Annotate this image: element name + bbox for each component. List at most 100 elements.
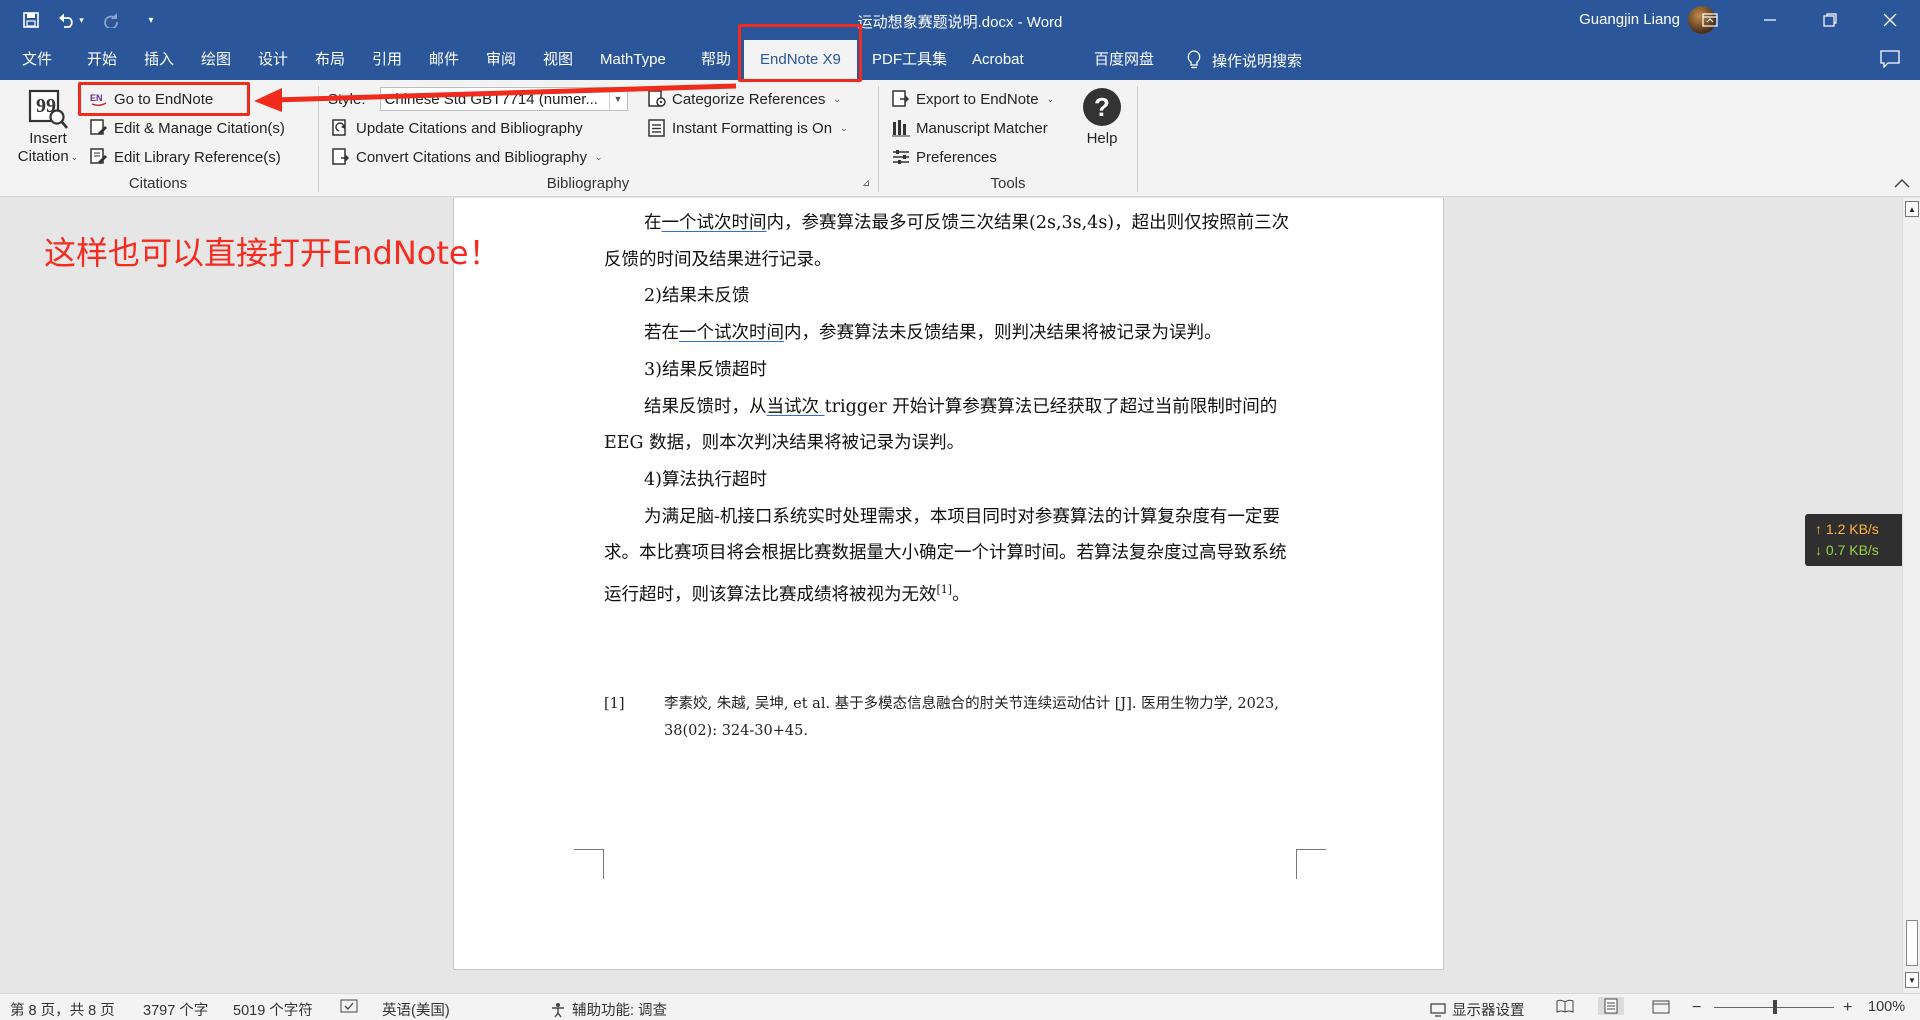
tab-design[interactable]: 设计 <box>258 40 288 80</box>
web-layout-icon[interactable] <box>1652 999 1670 1015</box>
word-count[interactable]: 3797 个字 <box>143 999 208 1020</box>
insert-citation-label-1: Insert <box>29 130 67 147</box>
go-to-endnote-button[interactable]: EN Go to EndNote <box>90 86 213 112</box>
help-button[interactable]: ? Help <box>1080 88 1124 148</box>
ribbon-tabs: 文件 开始 插入 绘图 设计 布局 引用 邮件 审阅 视图 MathType 帮… <box>0 40 1920 82</box>
annotation-text: 这样也可以直接打开EndNote！ <box>44 234 501 272</box>
document-body[interactable]: 在一个试次时间内，参赛算法最多可反馈三次结果(2s,3s,4s)，超出则仅按照前… <box>604 205 1294 614</box>
redo-icon[interactable] <box>98 7 124 33</box>
export-to-endnote-button[interactable]: Export to EndNote ⌄ <box>892 86 1054 112</box>
bibliography-group-label: Bibliography <box>546 175 630 192</box>
manuscript-matcher-button[interactable]: Manuscript Matcher <box>892 115 1048 141</box>
tab-mailings[interactable]: 邮件 <box>429 40 459 80</box>
marked-phrase: 一个试次时间 <box>679 323 784 344</box>
update-icon <box>332 119 350 137</box>
read-mode-icon[interactable] <box>1556 999 1574 1013</box>
user-name[interactable]: Guangjin Liang <box>1579 11 1680 28</box>
comment-icon[interactable] <box>1880 50 1900 71</box>
edit-library-reference-button[interactable]: Edit Library Reference(s) <box>90 144 281 170</box>
restore-icon[interactable] <box>1800 0 1860 40</box>
marked-phrase: 当试次 <box>766 396 825 417</box>
proofing-icon[interactable] <box>340 999 358 1013</box>
edit-manage-citations-button[interactable]: Edit & Manage Citation(s) <box>90 115 285 141</box>
monitor-icon <box>1430 1002 1446 1017</box>
tab-insert[interactable]: 插入 <box>144 40 174 80</box>
scroll-thumb[interactable] <box>1906 920 1918 966</box>
paragraph: 结果反馈时，从当试次 trigger 开始计算参赛算法已经获取了超过当前限制时间… <box>604 396 1278 454</box>
convert-label: Convert Citations and Bibliography <box>356 148 587 166</box>
minimize-icon[interactable] <box>1740 0 1800 40</box>
document-page[interactable]: 在一个试次时间内，参赛算法最多可反馈三次结果(2s,3s,4s)，超出则仅按照前… <box>453 198 1444 970</box>
categorize-icon <box>648 90 666 108</box>
preferences-icon <box>892 148 910 166</box>
categorize-references-button[interactable]: Categorize References ⌄ <box>648 86 841 112</box>
endnote-icon: EN <box>90 90 108 108</box>
reference-number: [1] <box>604 696 625 712</box>
insert-citation-label-2: Citation <box>17 148 69 165</box>
tab-mathtype[interactable]: MathType <box>600 40 666 80</box>
tab-home[interactable]: 开始 <box>87 40 117 80</box>
tab-pdf-tools[interactable]: PDF工具集 <box>872 40 947 80</box>
tab-help[interactable]: 帮助 <box>701 40 731 80</box>
insert-citation-icon: 99 <box>28 89 68 129</box>
heading-2: 2)结果未反馈 <box>644 286 750 307</box>
bibliography-entry[interactable]: [1] 李素姣, 朱越, 吴坤, et al. 基于多模态信息融合的肘关节连续运… <box>604 691 1294 745</box>
page-count[interactable]: 第 8 页，共 8 页 <box>10 999 115 1020</box>
tell-me-label: 操作说明搜索 <box>1212 52 1303 70</box>
quick-access-toolbar: ▾ ▾ <box>18 6 164 34</box>
tab-baidu-netdisk[interactable]: 百度网盘 <box>1094 40 1154 80</box>
ribbon-display-icon[interactable] <box>1680 0 1740 40</box>
customize-icon[interactable]: ▾ <box>138 7 164 33</box>
edit-manage-label: Edit & Manage Citation(s) <box>114 119 285 137</box>
chevron-down-icon[interactable]: ▼ <box>608 88 627 110</box>
insert-citation-button[interactable]: 99 Insert Citation ⌄ <box>10 88 86 166</box>
preferences-button[interactable]: Preferences <box>892 144 997 170</box>
help-label: Help <box>1086 130 1118 147</box>
convert-citations-button[interactable]: Convert Citations and Bibliography ⌄ <box>332 144 603 170</box>
collapse-ribbon-icon[interactable] <box>1894 176 1910 191</box>
reference-text: 李素姣, 朱越, 吴坤, et al. 基于多模态信息融合的肘关节连续运动估计 … <box>664 696 1279 739</box>
style-label: Style: <box>328 90 366 108</box>
scroll-down-icon[interactable]: ▼ <box>1905 972 1919 988</box>
tab-draw[interactable]: 绘图 <box>201 40 231 80</box>
status-bar: 第 8 页，共 8 页 3797 个字 5019 个字符 英语(美国) 辅助功能… <box>0 993 1920 1020</box>
group-divider <box>1137 86 1138 192</box>
scroll-up-icon[interactable]: ▲ <box>1905 201 1919 217</box>
style-select[interactable]: Chinese Std GBT7714 (numer... ▼ <box>379 87 628 111</box>
tab-layout[interactable]: 布局 <box>315 40 345 80</box>
preferences-label: Preferences <box>916 148 997 166</box>
title-bar: ▾ ▾ 运动想象赛题说明.docx - Word Guangjin Liang <box>0 0 1920 40</box>
language[interactable]: 英语(美国) <box>382 999 450 1020</box>
undo-icon[interactable]: ▾ <box>58 7 84 33</box>
zoom-slider-thumb[interactable] <box>1773 1000 1777 1014</box>
tab-acrobat[interactable]: Acrobat <box>972 40 1024 80</box>
tab-endnote[interactable]: EndNote X9 <box>744 40 857 82</box>
zoom-out-icon[interactable]: − <box>1692 999 1701 1017</box>
update-citations-button[interactable]: Update Citations and Bibliography <box>332 115 583 141</box>
zoom-in-icon[interactable]: + <box>1843 999 1852 1017</box>
update-label: Update Citations and Bibliography <box>356 119 583 137</box>
tab-view[interactable]: 视图 <box>543 40 573 80</box>
dialog-launcher-icon[interactable]: ⊿ <box>862 178 870 189</box>
lightbulb-icon <box>1187 50 1201 69</box>
categorize-label: Categorize References <box>672 90 826 108</box>
save-icon[interactable] <box>18 7 44 33</box>
paragraph: 若在一个试次时间内，参赛算法未反馈结果，则判决结果将被记录为误判。 <box>644 323 1222 344</box>
page-corner-mark <box>574 849 604 879</box>
zoom-level[interactable]: 100% <box>1868 999 1905 1015</box>
char-count[interactable]: 5019 个字符 <box>233 999 313 1020</box>
display-settings[interactable]: 显示器设置 <box>1430 999 1525 1020</box>
print-layout-icon[interactable] <box>1598 997 1624 1015</box>
export-label: Export to EndNote <box>916 90 1039 108</box>
citation-marker[interactable]: [1] <box>937 583 953 596</box>
tab-review[interactable]: 审阅 <box>486 40 516 80</box>
style-row: Style: Chinese Std GBT7714 (numer... ▼ <box>328 86 628 112</box>
close-icon[interactable] <box>1860 0 1920 40</box>
vertical-scrollbar[interactable]: ▲ ▼ <box>1902 198 1920 993</box>
tab-file[interactable]: 文件 <box>22 40 52 80</box>
tab-references[interactable]: 引用 <box>372 40 402 80</box>
instant-formatting-button[interactable]: Instant Formatting is On ⌄ <box>648 115 848 141</box>
paragraph: 为满足脑-机接口系统实时处理需求，本项目同时对参赛算法的计算复杂度有一定要求。本… <box>604 506 1287 605</box>
tell-me-search[interactable]: 操作说明搜索 <box>1186 40 1302 80</box>
accessibility-status[interactable]: 辅助功能: 调查 <box>550 999 667 1020</box>
